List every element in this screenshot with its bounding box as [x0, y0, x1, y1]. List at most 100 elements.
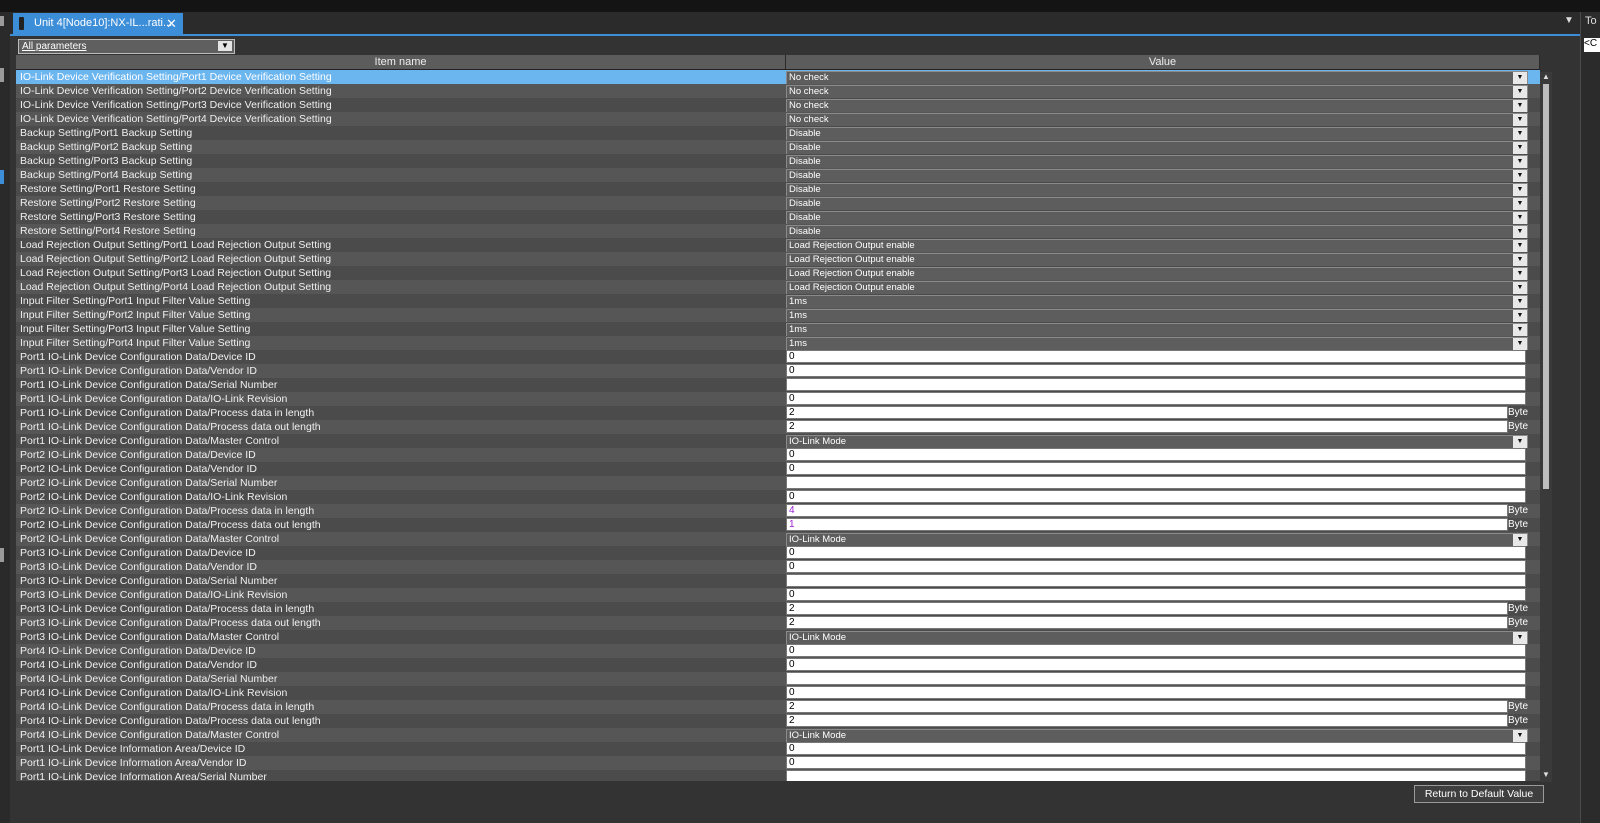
chevron-down-icon[interactable]: ▼: [1513, 310, 1527, 322]
value-input[interactable]: 0: [786, 560, 1526, 573]
value-dropdown[interactable]: IO-Link Mode ▼: [786, 435, 1528, 449]
chevron-down-icon[interactable]: ▼: [1513, 72, 1527, 84]
column-header-value[interactable]: Value: [786, 55, 1540, 69]
value-dropdown[interactable]: Disable ▼: [786, 127, 1528, 141]
chevron-down-icon[interactable]: ▼: [1513, 268, 1527, 280]
value-dropdown[interactable]: Load Rejection Output enable ▼: [786, 239, 1528, 253]
scroll-down-icon[interactable]: ▼: [1541, 770, 1551, 780]
value-input[interactable]: 0: [786, 350, 1526, 363]
table-row[interactable]: Input Filter Setting/Port4 Input Filter …: [16, 336, 1540, 351]
value-input[interactable]: 0: [786, 588, 1526, 601]
value-input[interactable]: 2: [786, 714, 1508, 727]
left-dock-active-mark[interactable]: [0, 170, 4, 184]
value-dropdown[interactable]: IO-Link Mode ▼: [786, 729, 1528, 743]
value-dropdown[interactable]: 1ms ▼: [786, 323, 1528, 337]
chevron-down-icon[interactable]: ▼: [1513, 212, 1527, 224]
value-dropdown[interactable]: IO-Link Mode ▼: [786, 533, 1528, 547]
value-input[interactable]: [786, 378, 1526, 391]
value-dropdown[interactable]: Disable ▼: [786, 211, 1528, 225]
table-row[interactable]: Port4 IO-Link Device Configuration Data/…: [16, 644, 1540, 658]
table-row[interactable]: Port3 IO-Link Device Configuration Data/…: [16, 602, 1540, 616]
value-dropdown[interactable]: IO-Link Mode ▼: [786, 631, 1528, 645]
value-input[interactable]: [786, 476, 1526, 489]
table-row[interactable]: Backup Setting/Port4 Backup Setting Disab…: [16, 168, 1540, 183]
table-row[interactable]: Port3 IO-Link Device Configuration Data/…: [16, 560, 1540, 574]
scrollbar-thumb[interactable]: [1543, 84, 1549, 489]
table-row[interactable]: Backup Setting/Port3 Backup Setting Disab…: [16, 154, 1540, 169]
tab-menu-chevron-down-icon[interactable]: ▼: [1564, 15, 1574, 26]
table-row[interactable]: Port1 IO-Link Device Configuration Data/…: [16, 434, 1540, 449]
chevron-down-icon[interactable]: ▼: [1513, 170, 1527, 182]
value-input[interactable]: 0: [786, 658, 1526, 671]
table-row[interactable]: Port1 IO-Link Device Information Area/Ve…: [16, 756, 1540, 770]
table-row[interactable]: Load Rejection Output Setting/Port2 Load…: [16, 252, 1540, 267]
value-input[interactable]: 0: [786, 462, 1526, 475]
table-row[interactable]: Restore Setting/Port4 Restore Setting Dis…: [16, 224, 1540, 239]
value-dropdown[interactable]: Disable ▼: [786, 169, 1528, 183]
value-dropdown[interactable]: Disable ▼: [786, 155, 1528, 169]
table-row[interactable]: Port3 IO-Link Device Configuration Data/…: [16, 616, 1540, 630]
table-row[interactable]: Port2 IO-Link Device Configuration Data/…: [16, 462, 1540, 476]
table-row[interactable]: Load Rejection Output Setting/Port1 Load…: [16, 238, 1540, 253]
table-row[interactable]: Port2 IO-Link Device Configuration Data/…: [16, 532, 1540, 547]
table-row[interactable]: Port2 IO-Link Device Configuration Data/…: [16, 448, 1540, 462]
table-row[interactable]: Port4 IO-Link Device Configuration Data/…: [16, 658, 1540, 672]
table-row[interactable]: IO-Link Device Verification Setting/Port…: [16, 98, 1540, 113]
return-to-default-button[interactable]: Return to Default Value: [1414, 785, 1544, 803]
chevron-down-icon[interactable]: ▼: [1513, 296, 1527, 308]
table-row[interactable]: Port4 IO-Link Device Configuration Data/…: [16, 700, 1540, 714]
table-row[interactable]: Port1 IO-Link Device Information Area/Se…: [16, 770, 1540, 781]
value-dropdown[interactable]: No check ▼: [786, 99, 1528, 113]
table-row[interactable]: Port1 IO-Link Device Configuration Data/…: [16, 420, 1540, 434]
value-input[interactable]: 2: [786, 420, 1508, 433]
value-input[interactable]: 1: [786, 518, 1508, 531]
table-row[interactable]: Restore Setting/Port3 Restore Setting Dis…: [16, 210, 1540, 225]
value-dropdown[interactable]: No check ▼: [786, 71, 1528, 85]
close-icon[interactable]: ✕: [166, 13, 177, 34]
table-row[interactable]: Input Filter Setting/Port2 Input Filter …: [16, 308, 1540, 323]
scroll-up-icon[interactable]: ▲: [1541, 72, 1551, 82]
value-input[interactable]: 0: [786, 644, 1526, 657]
table-row[interactable]: IO-Link Device Verification Setting/Port…: [16, 70, 1540, 85]
value-input[interactable]: 2: [786, 700, 1508, 713]
value-dropdown[interactable]: Load Rejection Output enable ▼: [786, 281, 1528, 295]
table-row[interactable]: Port2 IO-Link Device Configuration Data/…: [16, 476, 1540, 490]
tab-unit4-node10[interactable]: Unit 4[Node10]:NX-IL...rati... ✕: [13, 13, 183, 34]
table-row[interactable]: Load Rejection Output Setting/Port4 Load…: [16, 280, 1540, 295]
value-input[interactable]: 0: [786, 364, 1526, 377]
table-row[interactable]: Port1 IO-Link Device Configuration Data/…: [16, 406, 1540, 420]
chevron-down-icon[interactable]: ▼: [1513, 198, 1527, 210]
table-row[interactable]: Port4 IO-Link Device Configuration Data/…: [16, 672, 1540, 686]
value-input[interactable]: [786, 672, 1526, 685]
value-input[interactable]: 0: [786, 546, 1526, 559]
table-row[interactable]: Port3 IO-Link Device Configuration Data/…: [16, 630, 1540, 645]
table-row[interactable]: Port4 IO-Link Device Configuration Data/…: [16, 714, 1540, 728]
value-dropdown[interactable]: 1ms ▼: [786, 309, 1528, 323]
value-dropdown[interactable]: Load Rejection Output enable ▼: [786, 267, 1528, 281]
chevron-down-icon[interactable]: ▼: [1513, 226, 1527, 238]
value-input[interactable]: 0: [786, 756, 1526, 769]
value-input[interactable]: 0: [786, 392, 1526, 405]
chevron-down-icon[interactable]: ▼: [1513, 436, 1527, 448]
chevron-down-icon[interactable]: ▼: [1513, 156, 1527, 168]
table-row[interactable]: Port1 IO-Link Device Information Area/De…: [16, 742, 1540, 756]
value-input[interactable]: 0: [786, 686, 1526, 699]
chevron-down-icon[interactable]: ▼: [1513, 254, 1527, 266]
table-row[interactable]: Port1 IO-Link Device Configuration Data/…: [16, 350, 1540, 364]
value-input[interactable]: 2: [786, 616, 1508, 629]
table-row[interactable]: Port2 IO-Link Device Configuration Data/…: [16, 518, 1540, 532]
table-row[interactable]: Port1 IO-Link Device Configuration Data/…: [16, 378, 1540, 392]
chevron-down-icon[interactable]: ▼: [1513, 184, 1527, 196]
value-dropdown[interactable]: 1ms ▼: [786, 295, 1528, 309]
value-dropdown[interactable]: No check ▼: [786, 113, 1528, 127]
table-row[interactable]: Port3 IO-Link Device Configuration Data/…: [16, 588, 1540, 602]
table-row[interactable]: Restore Setting/Port1 Restore Setting Dis…: [16, 182, 1540, 197]
value-dropdown[interactable]: Load Rejection Output enable ▼: [786, 253, 1528, 267]
table-row[interactable]: Restore Setting/Port2 Restore Setting Dis…: [16, 196, 1540, 211]
chevron-down-icon[interactable]: ▼: [1513, 86, 1527, 98]
table-row[interactable]: IO-Link Device Verification Setting/Port…: [16, 84, 1540, 99]
value-dropdown[interactable]: Disable ▼: [786, 197, 1528, 211]
value-dropdown[interactable]: Disable ▼: [786, 141, 1528, 155]
table-row[interactable]: IO-Link Device Verification Setting/Port…: [16, 112, 1540, 127]
value-input[interactable]: 0: [786, 448, 1526, 461]
